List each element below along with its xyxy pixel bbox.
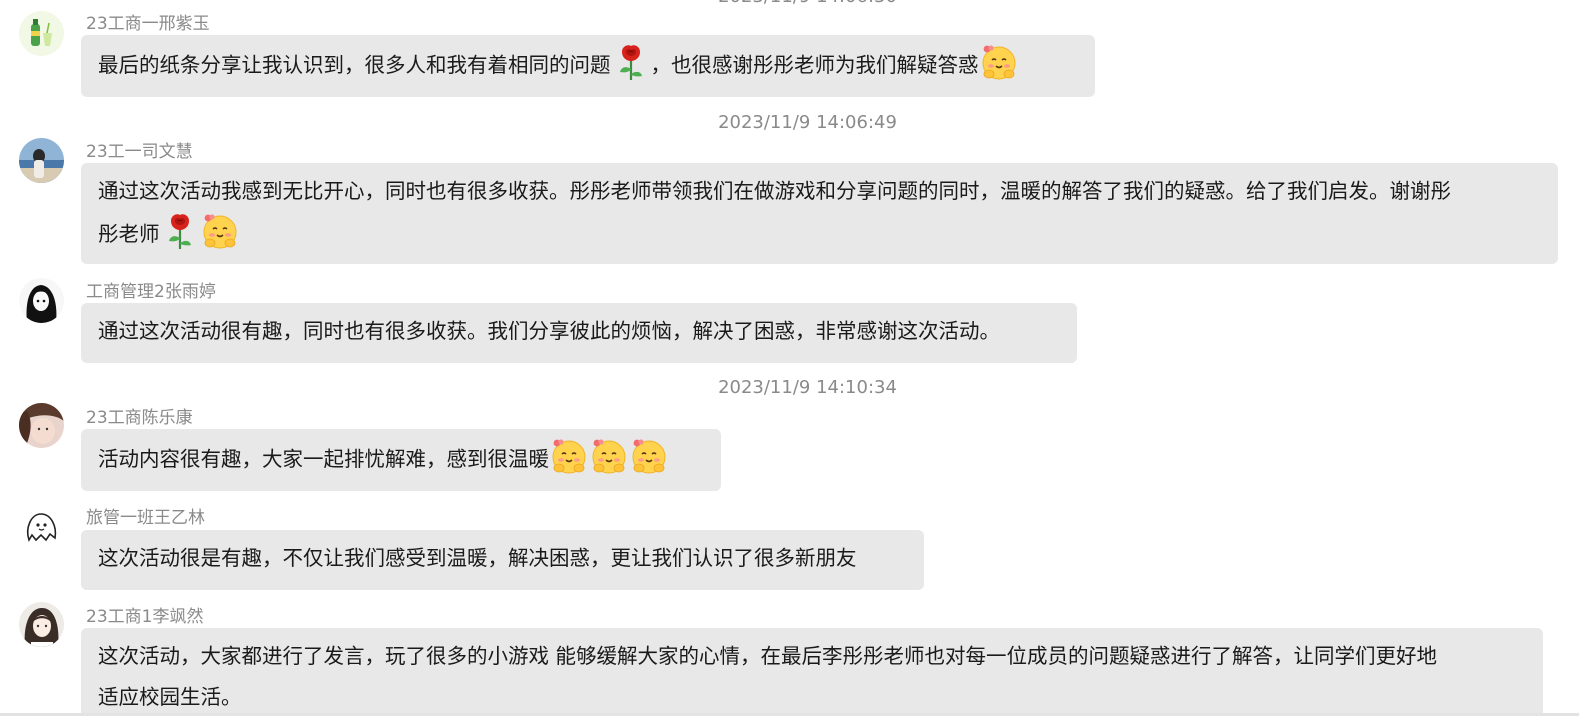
avatar[interactable] <box>19 278 64 323</box>
avatar[interactable] <box>19 504 64 549</box>
message-text: 通过这次活动很有趣，同时也有很多收获。我们分享彼此的烦恼，解决了困惑，非常感谢这… <box>98 319 1000 343</box>
chat-history: 2023/11/9 14:06:30 23工商一邢紫玉 最后的纸条分享让我认识到… <box>0 0 1579 716</box>
message-bubble[interactable]: 通过这次活动我感到无比开心，同时也有很多收获。彤彤老师带领我们在做游戏和分享问题… <box>81 163 1558 264</box>
message-text: 这次活动，大家都进行了发言，玩了很多的小游戏 能够缓解大家的心情，在最后李彤彤老… <box>98 644 1438 668</box>
sender-name: 23工一司文慧 <box>86 142 193 162</box>
avatar[interactable] <box>19 11 64 56</box>
sender-name: 旅管一班王乙林 <box>86 508 205 528</box>
message-text: 最后的纸条分享让我认识到，很多人和我有着相同的问题 <box>98 53 611 77</box>
avatar[interactable] <box>19 138 64 183</box>
sender-name: 工商管理2张雨婷 <box>86 282 216 302</box>
sender-name: 23工商一邢紫玉 <box>86 14 210 34</box>
message-bubble[interactable]: 活动内容很有趣，大家一起排忧解难，感到很温暖 <box>81 429 721 491</box>
message-text: 这次活动很是有趣，不仅让我们感受到温暖，解决困惑，更让我们认识了很多新朋友 <box>98 546 857 570</box>
timestamp: 2023/11/9 14:06:30 <box>0 0 1579 8</box>
message-bubble[interactable]: 这次活动，大家都进行了发言，玩了很多的小游戏 能够缓解大家的心情，在最后李彤彤老… <box>81 628 1543 716</box>
message-text: ，也很感谢彤彤老师为我们解疑答惑 <box>650 53 979 77</box>
message-bubble[interactable]: 这次活动很是有趣，不仅让我们感受到温暖，解决困惑，更让我们认识了很多新朋友 <box>81 530 924 590</box>
message-text: 活动内容很有趣，大家一起排忧解难，感到很温暖 <box>98 447 549 471</box>
sender-name: 23工商陈乐康 <box>86 408 193 428</box>
hug-emoji <box>550 437 588 475</box>
avatar[interactable] <box>19 602 64 647</box>
hug-emoji <box>590 437 628 475</box>
message-text: 彤老师 <box>98 222 160 246</box>
rose-emoji <box>161 212 199 250</box>
message-text: 通过这次活动我感到无比开心，同时也有很多收获。彤彤老师带领我们在做游戏和分享问题… <box>98 179 1451 203</box>
hug-emoji <box>630 437 668 475</box>
message-bubble[interactable]: 通过这次活动很有趣，同时也有很多收获。我们分享彼此的烦恼，解决了困惑，非常感谢这… <box>81 303 1077 363</box>
message-text: 适应校园生活。 <box>98 685 242 709</box>
sender-name: 23工商1李飒然 <box>86 607 204 627</box>
timestamp: 2023/11/9 14:10:34 <box>718 377 897 398</box>
hug-emoji <box>980 43 1018 81</box>
rose-emoji <box>612 43 650 81</box>
hug-emoji <box>201 212 239 250</box>
avatar[interactable] <box>19 403 64 448</box>
message-bubble[interactable]: 最后的纸条分享让我认识到，很多人和我有着相同的问题 ，也很感谢彤彤老师为我们解疑答… <box>81 35 1095 97</box>
timestamp: 2023/11/9 14:06:49 <box>718 112 897 133</box>
